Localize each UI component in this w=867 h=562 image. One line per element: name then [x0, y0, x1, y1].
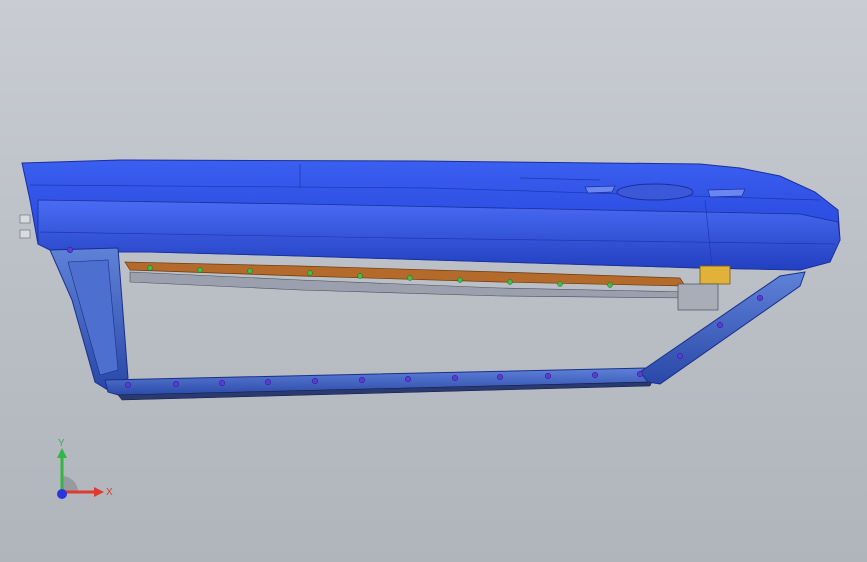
- handle-slot-right: [707, 188, 746, 198]
- handle-slot-left: [584, 185, 616, 194]
- hinge-pin-bottom[interactable]: [19, 229, 31, 239]
- triad-origin: [57, 489, 67, 499]
- triad-xy-plane: [62, 476, 78, 492]
- x-axis-arrowhead: [94, 487, 104, 497]
- graphics-viewport[interactable]: Y X: [0, 0, 867, 562]
- rear-frame-diagonal[interactable]: [639, 271, 806, 385]
- x-axis-label: X: [106, 487, 113, 498]
- latch-bracket[interactable]: [699, 265, 731, 285]
- coordinate-triad[interactable]: Y X: [40, 438, 120, 512]
- hinge-pin-top[interactable]: [19, 214, 31, 224]
- y-axis-label: Y: [58, 438, 65, 449]
- latch-mechanism[interactable]: [677, 283, 719, 311]
- door-handle-recess[interactable]: [616, 183, 694, 201]
- y-axis-arrowhead: [57, 448, 67, 458]
- door-assembly-model[interactable]: [0, 0, 867, 562]
